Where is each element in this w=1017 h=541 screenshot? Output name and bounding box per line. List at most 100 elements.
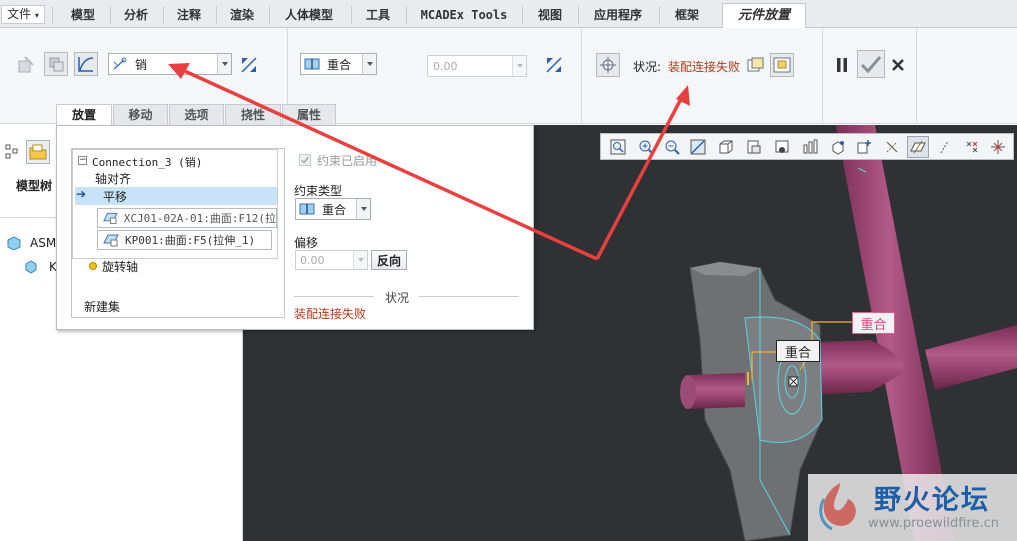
tab-tools[interactable]: 工具 xyxy=(356,4,400,26)
reference-2-label: KP001:曲面:F5(拉伸_1) xyxy=(125,234,256,247)
zoom-fit-icon[interactable] xyxy=(607,136,629,158)
datum-plane-icon[interactable] xyxy=(907,136,929,158)
tab-view[interactable]: 视图 xyxy=(528,4,572,26)
tab-model[interactable]: 模型 xyxy=(62,4,104,26)
datum-axis-icon[interactable] xyxy=(881,136,903,158)
coincident-icon xyxy=(301,58,323,70)
file-menu-label: 文件 xyxy=(7,7,32,21)
view-manager-icon[interactable] xyxy=(771,136,793,158)
ok-check-icon[interactable] xyxy=(857,50,885,78)
flip-constraint-icon[interactable] xyxy=(542,53,566,77)
menu-divider xyxy=(406,6,407,24)
rotation-axis-item[interactable]: 旋转轴 xyxy=(102,258,138,275)
mechanism-connection-icon[interactable] xyxy=(74,52,98,76)
datum-csys-icon[interactable] xyxy=(961,136,983,158)
chevron-down-icon xyxy=(217,54,231,74)
ribbon-divider xyxy=(581,28,582,124)
status-divider-left xyxy=(294,296,374,297)
tab-placement[interactable]: 放置 xyxy=(56,104,112,127)
tab-applications[interactable]: 应用程序 xyxy=(584,4,652,26)
forum-watermark: 野火论坛 www.proewildfire.cn xyxy=(808,474,1017,541)
perspective-icon[interactable] xyxy=(799,136,821,158)
user-defined-icon[interactable] xyxy=(14,53,38,77)
chevron-down-icon xyxy=(362,54,376,74)
surface-ref-icon xyxy=(103,234,119,247)
model-tree-label[interactable]: 模型树 xyxy=(16,177,52,194)
reference-1-field[interactable]: XCJ01-02A-01:曲面:F12(拉 xyxy=(97,208,277,228)
display-style-icon[interactable] xyxy=(715,136,737,158)
dialog-constraint-type-select[interactable]: 重合 xyxy=(295,198,371,220)
separate-window-icon[interactable] xyxy=(744,53,768,77)
flip-button[interactable]: 反向 xyxy=(371,250,407,270)
status-heading: 状况 xyxy=(385,291,410,305)
connection-title[interactable]: Connection_3 (销) xyxy=(92,154,202,170)
dialog-constraint-type-value: 重合 xyxy=(322,202,347,217)
status-dot-icon xyxy=(89,262,97,270)
tab-manikin[interactable]: 人体模型 xyxy=(274,4,344,26)
coincident-icon xyxy=(296,203,318,215)
coincident-label-tag[interactable]: 重合 xyxy=(852,312,895,334)
pause-icon[interactable] xyxy=(830,53,854,77)
tab-move[interactable]: 移动 xyxy=(113,104,168,126)
tree-item-asm[interactable]: ASM xyxy=(6,236,56,250)
view-toolbar xyxy=(600,133,1014,160)
menu-divider xyxy=(522,6,523,24)
spin-center-icon[interactable] xyxy=(827,136,849,158)
constraint-axis-align[interactable]: 轴对齐 xyxy=(95,170,131,187)
dialog-offset-input[interactable]: 0.00 xyxy=(295,250,368,270)
selected-constraint-row[interactable]: ➔ 平移 xyxy=(75,187,277,205)
menu-bar: 文件 ▾ 模型 分析 注释 渲染 人体模型 工具 MCADEx Tools 视图… xyxy=(0,0,1017,29)
chevron-down-icon xyxy=(512,56,526,76)
tab-flexibility[interactable]: 挠性 xyxy=(225,104,281,126)
part-icon xyxy=(25,260,37,274)
constraint-type-label: 约束类型 xyxy=(294,184,343,198)
collapse-icon[interactable]: − xyxy=(78,156,87,165)
chevron-down-icon xyxy=(353,251,367,269)
zoom-out-icon[interactable] xyxy=(661,136,683,158)
datum-point-icon[interactable] xyxy=(935,136,957,158)
menu-divider xyxy=(216,6,217,24)
offset-value: 0.00 xyxy=(433,59,458,73)
tree-filter-icon[interactable] xyxy=(0,140,24,164)
constraint-toggle-icon[interactable] xyxy=(44,52,68,76)
spin-center-toggle-icon[interactable] xyxy=(987,136,1009,158)
constraint-set-box: − Connection_3 (销) 轴对齐 ➔ 平移 XCJ01-02A-01… xyxy=(71,148,285,318)
constraint-enabled-label: 约束已启用 xyxy=(317,154,378,168)
assembly-icon xyxy=(7,236,21,250)
tab-options[interactable]: 选项 xyxy=(169,104,224,126)
tab-annotate[interactable]: 注释 xyxy=(168,4,210,26)
tab-properties[interactable]: 属性 xyxy=(282,104,336,126)
saved-views-icon[interactable] xyxy=(743,136,765,158)
repaint-icon[interactable] xyxy=(687,136,709,158)
zoom-in-icon[interactable] xyxy=(635,136,657,158)
constraint-type-select[interactable]: 重合 xyxy=(300,53,377,75)
check-icon xyxy=(300,156,310,164)
reference-2-field[interactable]: KP001:曲面:F5(拉伸_1) xyxy=(97,230,272,250)
connection-list: − Connection_3 (销) 轴对齐 ➔ 平移 XCJ01-02A-01… xyxy=(72,149,278,259)
constraint-enabled-checkbox[interactable] xyxy=(299,154,311,166)
dialog-offset-value: 0.00 xyxy=(300,253,325,267)
coincident-label-tag[interactable]: 重合 xyxy=(776,340,820,362)
tab-analysis[interactable]: 分析 xyxy=(115,4,157,26)
menu-divider xyxy=(52,6,53,24)
reference-1-label: XCJ01-02A-01:曲面:F12(拉 xyxy=(123,212,276,225)
folder-browser-icon[interactable] xyxy=(26,140,50,164)
move-component-icon[interactable] xyxy=(596,53,620,77)
tab-render[interactable]: 渲染 xyxy=(221,4,263,26)
flip-direction-icon[interactable] xyxy=(237,53,261,77)
file-menu[interactable]: 文件 ▾ xyxy=(1,5,45,24)
menu-divider xyxy=(351,6,352,24)
annotation-display-icon[interactable] xyxy=(853,136,875,158)
cancel-x-icon[interactable] xyxy=(886,53,910,77)
tree-item-part[interactable]: K xyxy=(24,260,57,274)
new-set-link[interactable]: 新建集 xyxy=(84,298,120,315)
offset-input[interactable]: 0.00 xyxy=(427,55,527,77)
tab-component-placement[interactable]: 元件放置 xyxy=(722,3,806,29)
menu-divider xyxy=(269,6,270,24)
tab-framework[interactable]: 框架 xyxy=(665,4,709,26)
dialog-status-value: 装配连接失败 xyxy=(294,307,367,321)
assembly-window-icon[interactable] xyxy=(770,53,794,77)
chevron-down-icon xyxy=(356,199,370,219)
tab-mcadex-tools[interactable]: MCADEx Tools xyxy=(412,4,516,26)
connection-type-select[interactable]: 销 xyxy=(108,53,232,75)
